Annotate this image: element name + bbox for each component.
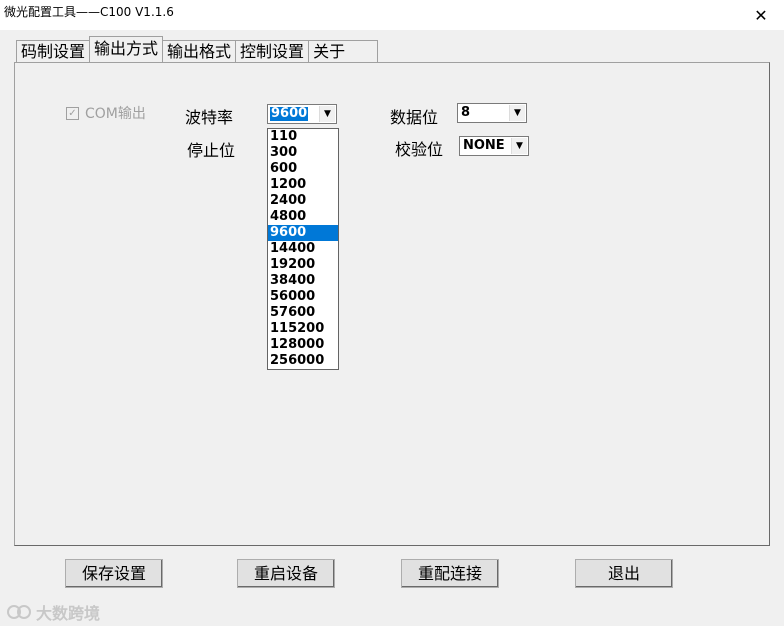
data-bits-value: 8 [461,105,471,120]
chevron-down-icon[interactable]: ▼ [319,106,335,122]
reconfigure-connection-button[interactable]: 重配连接 [401,559,499,588]
checkmark-icon[interactable]: ✓ [66,106,79,120]
baud-rate-value: 9600 [270,106,309,121]
title-bar: 微光配置工具——C100 V1.1.6 ✕ [0,0,784,30]
baud-rate-dropdown-list[interactable]: 110 300 600 1200 2400 4800 9600 14400 19… [267,128,339,370]
baud-option[interactable]: 300 [268,145,338,161]
save-settings-button[interactable]: 保存设置 [65,559,163,588]
com-output-checkbox-row[interactable]: ✓ COM输出 [66,103,146,123]
baud-option[interactable]: 38400 [268,273,338,289]
baud-rate-label: 波特率 [185,108,234,127]
window-title: 微光配置工具——C100 V1.1.6 [4,5,174,19]
baud-option[interactable]: 19200 [268,257,338,273]
app-window: 微光配置工具——C100 V1.1.6 ✕ 码制设置 输出方式 输出格式 控制设… [0,0,784,626]
parity-select[interactable]: NONE ▼ [459,136,529,156]
chevron-down-icon[interactable]: ▼ [511,138,527,154]
tab-bar: 码制设置 输出方式 输出格式 控制设置 关于 [16,36,379,63]
exit-button[interactable]: 退出 [575,559,673,588]
parity-value: NONE [463,138,505,153]
tab-about[interactable]: 关于 [308,40,379,63]
baud-option[interactable]: 600 [268,161,338,177]
tab-output-format[interactable]: 输出格式 [162,40,237,63]
tab-control-settings[interactable]: 控制设置 [235,40,310,63]
watermark-logo-icon [7,605,31,619]
watermark-text: 大数跨境 [36,604,101,623]
baud-option[interactable]: 256000 [268,353,338,369]
tab-output-mode[interactable]: 输出方式 [89,36,164,62]
baud-option[interactable]: 110 [268,129,338,145]
data-bits-label: 数据位 [390,108,439,127]
baud-option[interactable]: 56000 [268,289,338,305]
watermark: 大数跨境 [6,600,100,624]
baud-rate-select[interactable]: 9600 ▼ [267,104,337,124]
baud-option[interactable]: 4800 [268,209,338,225]
baud-option-selected[interactable]: 9600 [268,225,338,241]
stop-bits-label: 停止位 [187,141,236,160]
tab-about-label: 关于 [313,42,346,61]
tab-panel-output-mode [14,62,770,546]
com-output-label: COM输出 [85,106,146,122]
baud-option[interactable]: 57600 [268,305,338,321]
baud-option[interactable]: 14400 [268,241,338,257]
baud-option[interactable]: 128000 [268,337,338,353]
baud-option[interactable]: 2400 [268,193,338,209]
tab-code-settings[interactable]: 码制设置 [16,40,91,63]
restart-device-button[interactable]: 重启设备 [237,559,335,588]
chevron-down-icon[interactable]: ▼ [509,105,525,121]
parity-label: 校验位 [395,140,444,159]
baud-option[interactable]: 115200 [268,321,338,337]
data-bits-select[interactable]: 8 ▼ [457,103,527,123]
baud-option[interactable]: 1200 [268,177,338,193]
close-icon[interactable]: ✕ [738,0,784,30]
